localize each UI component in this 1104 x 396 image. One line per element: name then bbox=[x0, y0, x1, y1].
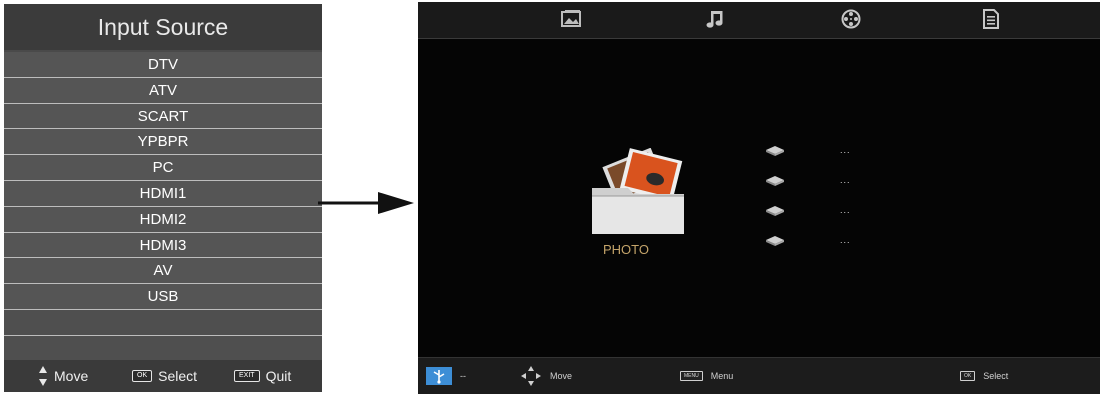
move-label: Move bbox=[550, 371, 573, 381]
move-hint: Move bbox=[520, 358, 572, 394]
select-hint: OK Select bbox=[960, 358, 1008, 394]
ok-key-icon: OK bbox=[960, 371, 976, 381]
move-label: Move bbox=[54, 368, 89, 384]
usb-status-value: -- bbox=[460, 371, 466, 381]
source-item-usb[interactable]: USB bbox=[4, 284, 322, 310]
source-item-dtv[interactable]: DTV bbox=[4, 52, 322, 78]
source-item-scart[interactable]: SCART bbox=[4, 103, 322, 130]
device-name: ... bbox=[840, 145, 851, 155]
up-down-arrows-icon bbox=[38, 365, 48, 387]
device-item[interactable]: ... bbox=[764, 235, 884, 251]
menu-footer: Move OK Select EXIT Quit bbox=[4, 360, 322, 392]
device-item[interactable]: ... bbox=[764, 205, 884, 221]
right-arrow-icon bbox=[318, 192, 414, 214]
usb-status: -- bbox=[426, 358, 466, 394]
usb-drive-icon bbox=[766, 176, 784, 186]
device-item[interactable]: ... bbox=[764, 175, 884, 191]
media-player-screen: PHOTO ... ... ... ... -- Move MENU Menu … bbox=[418, 2, 1100, 394]
device-name: ... bbox=[840, 235, 851, 245]
source-item-av[interactable]: AV bbox=[4, 258, 322, 285]
select-label: Select bbox=[983, 371, 1009, 381]
select-hint: OK Select bbox=[132, 360, 197, 392]
device-name: ... bbox=[840, 175, 851, 185]
source-item-pc[interactable]: PC bbox=[4, 155, 322, 181]
source-item-atv[interactable]: ATV bbox=[4, 77, 322, 104]
photo-folder-label: PHOTO bbox=[603, 242, 649, 257]
media-bottom-bar: -- Move MENU Menu OK Select bbox=[418, 357, 1100, 394]
usb-drive-icon bbox=[766, 146, 784, 156]
device-name: ... bbox=[840, 205, 851, 215]
device-item[interactable]: ... bbox=[764, 145, 884, 161]
source-item-ypbpr[interactable]: YPBPR bbox=[4, 129, 322, 156]
usb-icon bbox=[426, 367, 452, 385]
direction-arrows-icon bbox=[521, 366, 541, 386]
source-item-empty bbox=[4, 309, 322, 336]
source-item-hdmi3[interactable]: HDMI3 bbox=[4, 232, 322, 259]
media-type-tabs bbox=[418, 2, 1100, 39]
movie-reel-tab-icon[interactable] bbox=[840, 8, 862, 30]
exit-key-icon: EXIT bbox=[234, 370, 260, 382]
move-hint: Move bbox=[38, 360, 88, 392]
select-label: Select bbox=[158, 368, 198, 384]
quit-label: Quit bbox=[265, 368, 292, 384]
text-document-tab-icon[interactable] bbox=[980, 8, 1002, 30]
usb-drive-icon bbox=[766, 206, 784, 216]
ok-key-icon: OK bbox=[132, 370, 153, 382]
quit-hint: EXIT Quit bbox=[234, 360, 291, 392]
source-item-hdmi2[interactable]: HDMI2 bbox=[4, 206, 322, 233]
input-source-menu: Input Source DTV ATV SCART YPBPR PC HDMI… bbox=[4, 4, 322, 392]
menu-key-icon: MENU bbox=[680, 371, 703, 381]
source-item-empty bbox=[4, 335, 322, 362]
photo-folder-icon[interactable] bbox=[590, 148, 688, 238]
source-item-hdmi1[interactable]: HDMI1 bbox=[4, 180, 322, 207]
music-tab-icon[interactable] bbox=[704, 8, 726, 30]
menu-title: Input Source bbox=[4, 4, 322, 50]
usb-drive-icon bbox=[766, 236, 784, 246]
source-list: DTV ATV SCART YPBPR PC HDMI1 HDMI2 HDMI3… bbox=[4, 52, 322, 362]
photo-tab-icon[interactable] bbox=[560, 8, 582, 30]
menu-hint: MENU Menu bbox=[680, 358, 733, 394]
menu-label: Menu bbox=[710, 371, 734, 381]
